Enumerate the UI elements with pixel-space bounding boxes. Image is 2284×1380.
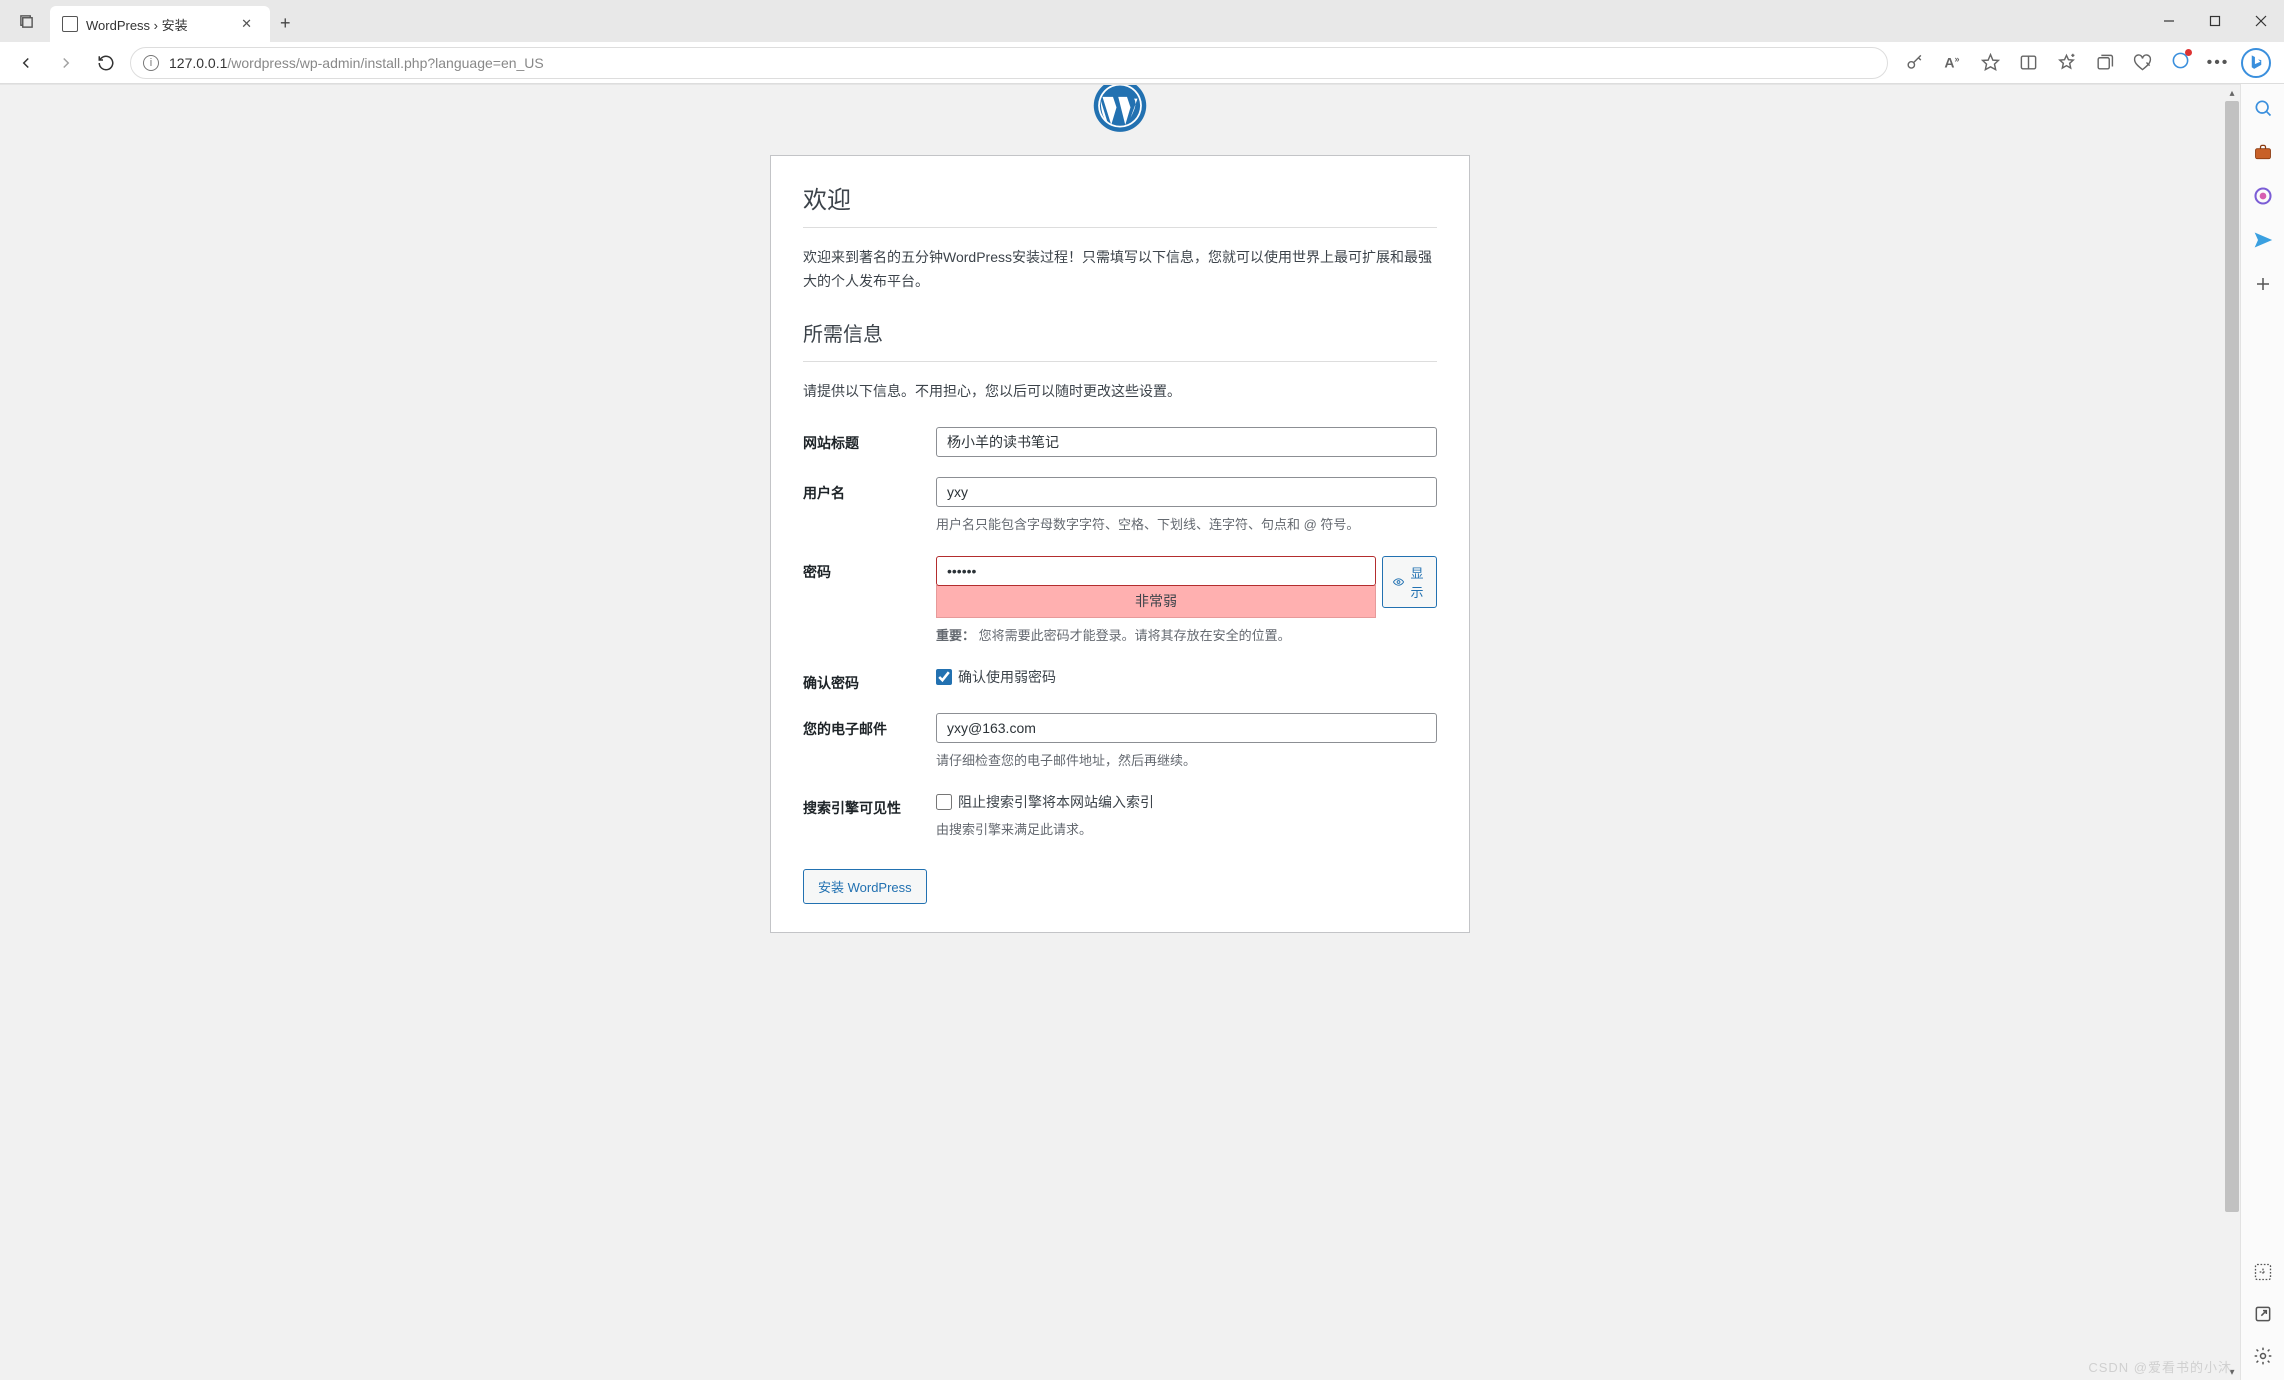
settings-icon[interactable] xyxy=(2251,1344,2275,1368)
password-strength-badge: 非常弱 xyxy=(936,585,1376,618)
heading-welcome: 欢迎 xyxy=(803,180,1437,215)
divider xyxy=(803,227,1437,228)
wordpress-install-wrap: 欢迎 欢迎来到著名的五分钟WordPress安装过程！只需填写以下信息，您就可以… xyxy=(770,85,1470,973)
plus-icon[interactable] xyxy=(2251,272,2275,296)
heart-icon[interactable] xyxy=(2124,47,2160,79)
favorites-icon[interactable] xyxy=(2048,47,2084,79)
show-button-label: 显示 xyxy=(1408,563,1426,601)
minimize-button[interactable] xyxy=(2146,0,2192,42)
password-important: 重要： 您将需要此密码才能登录。请将其存放在安全的位置。 xyxy=(936,626,1437,647)
scroll-thumb[interactable] xyxy=(2225,101,2239,1212)
maximize-button[interactable] xyxy=(2192,0,2238,42)
install-form: 网站标题 用户名 用户名只能包含字母数字字符、空格、下划线、连字符、句点和 @ … xyxy=(803,417,1437,850)
password-input[interactable] xyxy=(936,556,1376,586)
toolbar-icons: A» ••• xyxy=(1896,47,2274,79)
window-controls xyxy=(2146,0,2284,42)
eye-icon xyxy=(1393,574,1404,590)
bing-chat-icon[interactable] xyxy=(2238,47,2274,79)
welcome-text: 欢迎来到著名的五分钟WordPress安装过程！只需填写以下信息，您就可以使用世… xyxy=(803,246,1437,294)
scroll-down-icon[interactable]: ▾ xyxy=(2224,1364,2240,1380)
window-titlebar: WordPress › 安装 ✕ + xyxy=(0,0,2284,42)
label-username: 用户名 xyxy=(803,467,936,546)
scroll-track[interactable] xyxy=(2224,101,2240,1364)
important-text: 您将需要此密码才能登录。请将其存放在安全的位置。 xyxy=(979,628,1291,643)
label-confirm-password: 确认密码 xyxy=(803,657,936,703)
label-password: 密码 xyxy=(803,546,936,657)
page-icon xyxy=(62,16,78,32)
close-window-button[interactable] xyxy=(2238,0,2284,42)
install-button[interactable]: 安装 WordPress xyxy=(803,869,927,904)
important-label: 重要： xyxy=(936,628,975,643)
main-row: 欢迎 欢迎来到著名的五分钟WordPress安装过程！只需填写以下信息，您就可以… xyxy=(0,84,2284,1380)
email-hint: 请仔细检查您的电子邮件地址，然后再继续。 xyxy=(936,751,1437,772)
label-email: 您的电子邮件 xyxy=(803,703,936,782)
site-title-input[interactable] xyxy=(936,427,1437,457)
username-hint: 用户名只能包含字母数字字符、空格、下划线、连字符、句点和 @ 符号。 xyxy=(936,515,1437,536)
info-text: 请提供以下信息。不用担心，您以后可以随时更改这些设置。 xyxy=(803,380,1437,404)
search-vis-row[interactable]: 阻止搜索引擎将本网站编入索引 xyxy=(936,792,1437,812)
browser-tab[interactable]: WordPress › 安装 ✕ xyxy=(50,6,270,42)
forward-button[interactable] xyxy=(50,47,82,79)
external-link-icon[interactable] xyxy=(2251,1302,2275,1326)
tab-strip: WordPress › 安装 ✕ + xyxy=(50,0,301,42)
label-site-title: 网站标题 xyxy=(803,417,936,467)
star-icon[interactable] xyxy=(1972,47,2008,79)
read-aloud-icon[interactable]: A» xyxy=(1934,47,1970,79)
address-bar: i 127.0.0.1/wordpress/wp-admin/install.p… xyxy=(0,42,2284,84)
url-input[interactable]: i 127.0.0.1/wordpress/wp-admin/install.p… xyxy=(130,47,1888,79)
url-text: 127.0.0.1/wordpress/wp-admin/install.php… xyxy=(169,55,544,71)
tab-actions-icon[interactable] xyxy=(12,7,40,35)
more-icon[interactable]: ••• xyxy=(2200,47,2236,79)
heading-info: 所需信息 xyxy=(803,318,1437,347)
confirm-weak-label: 确认使用弱密码 xyxy=(958,667,1056,687)
confirm-weak-checkbox[interactable] xyxy=(936,669,952,685)
install-panel: 欢迎 欢迎来到著名的五分钟WordPress安装过程！只需填写以下信息，您就可以… xyxy=(770,155,1470,933)
search-icon[interactable] xyxy=(2251,96,2275,120)
split-screen-icon[interactable] xyxy=(2010,47,2046,79)
scrollbar[interactable]: ▴ ▾ xyxy=(2224,85,2240,1380)
send-icon[interactable] xyxy=(2251,228,2275,252)
confirm-weak-row[interactable]: 确认使用弱密码 xyxy=(936,667,1437,687)
back-button[interactable] xyxy=(10,47,42,79)
scroll-up-icon[interactable]: ▴ xyxy=(2224,85,2240,101)
show-password-button[interactable]: 显示 xyxy=(1382,556,1437,608)
edge-sidebar xyxy=(2240,84,2284,1380)
divider xyxy=(803,361,1437,362)
refresh-button[interactable] xyxy=(90,47,122,79)
search-vis-label: 阻止搜索引擎将本网站编入索引 xyxy=(958,792,1154,812)
email-input[interactable] xyxy=(936,713,1437,743)
briefcase-icon[interactable] xyxy=(2251,140,2275,164)
new-tab-button[interactable]: + xyxy=(270,5,301,42)
close-tab-icon[interactable]: ✕ xyxy=(235,14,258,34)
search-vis-checkbox[interactable] xyxy=(936,794,952,810)
username-input[interactable] xyxy=(936,477,1437,507)
extension-icon[interactable] xyxy=(2162,47,2198,79)
content-area: 欢迎 欢迎来到著名的五分钟WordPress安装过程！只需填写以下信息，您就可以… xyxy=(0,84,2240,1380)
collections-icon[interactable] xyxy=(2086,47,2122,79)
screenshot-icon[interactable] xyxy=(2251,1260,2275,1284)
url-path: /wordpress/wp-admin/install.php?language… xyxy=(227,55,543,71)
tab-title: WordPress › 安装 xyxy=(86,15,188,34)
search-vis-note: 由搜索引擎来满足此请求。 xyxy=(936,820,1437,841)
wordpress-logo xyxy=(770,85,1470,155)
copilot-icon[interactable] xyxy=(2251,184,2275,208)
key-icon[interactable] xyxy=(1896,47,1932,79)
url-host: 127.0.0.1 xyxy=(169,55,227,71)
site-info-icon[interactable]: i xyxy=(143,55,159,71)
label-search-visibility: 搜索引擎可见性 xyxy=(803,782,936,851)
